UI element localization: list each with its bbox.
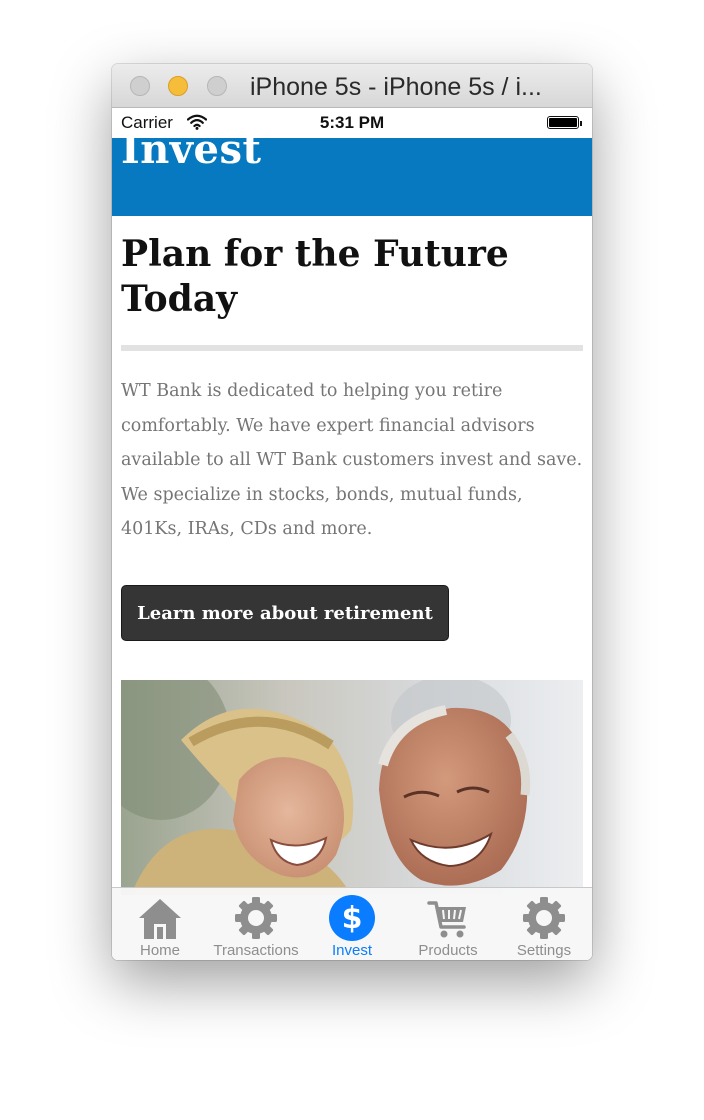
status-bar: Carrier 5:31 PM xyxy=(112,108,592,138)
window-title: iPhone 5s - iPhone 5s / i... xyxy=(250,73,542,101)
tab-bar: Home Transactions $ Invest Products Sett… xyxy=(112,887,592,960)
tab-home[interactable]: Home xyxy=(112,888,208,960)
tab-settings-label: Settings xyxy=(516,942,572,959)
battery-icon xyxy=(547,116,582,129)
tab-settings[interactable]: Settings xyxy=(496,888,592,960)
section-divider xyxy=(121,345,583,351)
header-title: Invest xyxy=(121,138,262,173)
simulator-window: iPhone 5s - iPhone 5s / i... Carrier 5:3… xyxy=(112,64,592,960)
gear-icon xyxy=(523,897,565,939)
tab-home-label: Home xyxy=(139,942,180,959)
zoom-window-button[interactable] xyxy=(207,76,227,96)
learn-more-retirement-button[interactable]: Learn more about retirement xyxy=(121,585,449,641)
minimize-window-button[interactable] xyxy=(168,76,188,96)
intro-paragraph: WT Bank is dedicated to helping you reti… xyxy=(121,381,583,539)
page-heading: Plan for the Future Today xyxy=(121,233,509,320)
tab-invest-label: Invest xyxy=(331,942,373,959)
gear-icon xyxy=(235,897,277,939)
close-window-button[interactable] xyxy=(130,76,150,96)
dollar-icon: $ xyxy=(329,895,375,941)
tab-transactions[interactable]: Transactions xyxy=(208,888,304,960)
tab-invest[interactable]: $ Invest xyxy=(304,888,400,960)
window-titlebar: iPhone 5s - iPhone 5s / i... xyxy=(112,64,592,108)
svg-text:$: $ xyxy=(342,901,363,936)
device-screen: Carrier 5:31 PM Invest Plan for the Futu… xyxy=(112,108,592,960)
cart-icon xyxy=(427,901,466,938)
retired-couple-photo xyxy=(121,680,583,895)
home-icon xyxy=(139,899,181,939)
tab-products-label: Products xyxy=(418,942,478,959)
tab-products[interactable]: Products xyxy=(400,888,496,960)
tab-transactions-label: Transactions xyxy=(213,942,299,959)
status-time: 5:31 PM xyxy=(319,113,385,132)
page-header: Invest xyxy=(112,138,592,216)
